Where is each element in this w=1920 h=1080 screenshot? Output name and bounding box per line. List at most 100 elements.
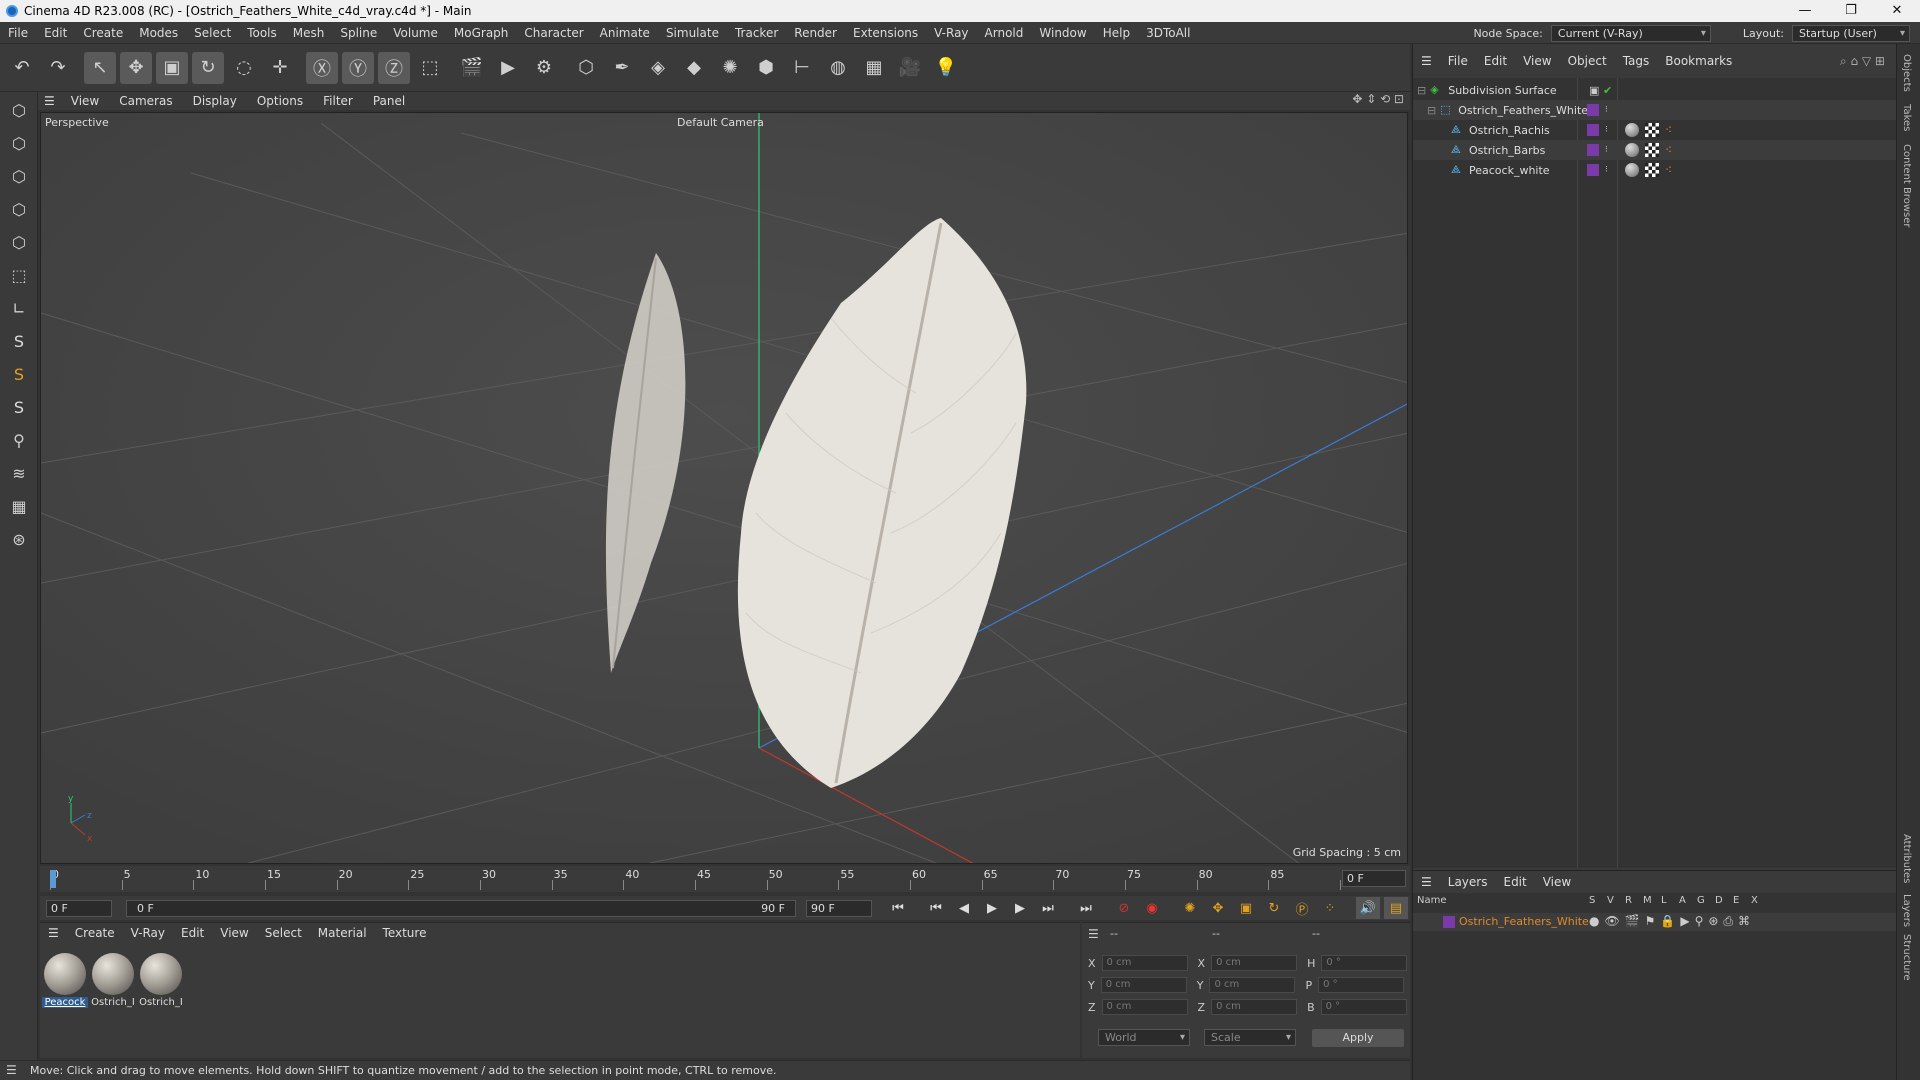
light-icon[interactable]: 💡 [930,52,962,84]
size-z-field[interactable]: 0 cm [1211,999,1298,1015]
menu-help[interactable]: Help [1095,22,1138,44]
material-tag-icon[interactable] [1625,123,1639,137]
uvw-tag-icon[interactable] [1645,143,1659,157]
vray-tag-icon[interactable]: ⁖ [1665,164,1677,176]
menu-3dtoall[interactable]: 3DToAll [1138,22,1198,44]
edit-check-icon[interactable]: ▣ [1589,84,1599,97]
subdivision-icon[interactable]: ◈ [642,52,674,84]
menu-vray[interactable]: V-Ray [926,22,976,44]
recent-tool-icon[interactable]: ✛ [264,52,296,84]
material-tag-icon[interactable] [1625,163,1639,177]
snap-s-white-icon[interactable]: S [3,392,35,422]
layer-row[interactable]: Ostrich_Feathers_White ●👁🎬⚑🔒▶⚲⊛⎙⌘ [1413,913,1897,931]
coord-mode-dropdown[interactable]: World [1098,1029,1190,1046]
render-region-icon[interactable]: 🎬 [456,52,488,84]
layer-menu-edit[interactable]: Edit [1495,875,1534,889]
material-menu-icon[interactable]: ☰ [40,926,67,940]
extrude-icon[interactable]: ◆ [678,52,710,84]
perspective-viewport[interactable]: y z x Perspective Default Camera Grid Sp… [40,112,1408,864]
material-swatch[interactable]: Peacock [42,953,88,1008]
menu-spline[interactable]: Spline [332,22,385,44]
key-rotation-icon[interactable]: ↻ [1262,897,1286,919]
snap-s-icon[interactable]: S [3,326,35,356]
render-settings-icon[interactable]: ⚙ [528,52,560,84]
axis-icon[interactable]: ∟ [3,293,35,323]
uvw-tag-icon[interactable] [1645,163,1659,177]
snap-s-orange-icon[interactable]: S [3,359,35,389]
viewport-menu-options[interactable]: Options [247,94,313,108]
object-menu-file[interactable]: File [1440,54,1476,68]
current-frame-field[interactable]: 0 F [1342,870,1406,887]
menu-create[interactable]: Create [75,22,131,44]
side-tab-takes[interactable]: Takes [1901,104,1912,131]
magnet-icon[interactable]: ⚲ [3,425,35,455]
point-mode-icon[interactable]: ⬡ [3,161,35,191]
tree-row-ostrich-feathers-white[interactable]: ⊟ ⬚ Ostrich_Feathers_White ⁝ [1413,100,1897,120]
material-menu-material[interactable]: Material [310,926,375,940]
menu-tracker[interactable]: Tracker [727,22,786,44]
maximize-button[interactable]: ❐ [1828,0,1874,22]
move-icon[interactable]: ✥ [120,51,152,84]
uvw-mode-icon[interactable]: ⬚ [3,260,35,290]
viewport-menu-display[interactable]: Display [183,94,247,108]
visibility-dots-icon[interactable]: ⁝ [1605,125,1608,135]
x-axis-icon[interactable]: Ⓧ [306,51,338,84]
tree-row-peacock-white[interactable]: ⟁ Peacock_white ⁝ ⁖ [1413,160,1897,180]
viewport-menu-icon[interactable]: ☰ [38,94,61,108]
material-tag-icon[interactable] [1625,143,1639,157]
deformer-icon[interactable]: ⊢ [786,52,818,84]
layer-menu-view[interactable]: View [1535,875,1579,889]
side-tab-layers[interactable]: Layers [1901,894,1912,927]
vray-tag-icon[interactable]: ⁖ [1665,124,1677,136]
edge-mode-icon[interactable]: ⬡ [3,194,35,224]
material-menu-texture[interactable]: Texture [375,926,435,940]
position-y-field[interactable]: 0 cm [1100,977,1187,993]
size-y-field[interactable]: 0 cm [1209,977,1296,993]
viewport-nav-icons[interactable]: ✥ ⇕ ⟲ ⊡ [1352,92,1404,106]
material-swatch[interactable]: Ostrich_I [138,953,184,1008]
workplane-icon[interactable]: ≋ [3,458,35,488]
play-icon[interactable]: ▶ [980,897,1004,919]
key-pla-icon[interactable]: ⁘ [1318,897,1342,919]
key-param-icon[interactable]: Ⓟ [1290,897,1314,919]
material-swatch[interactable]: Ostrich_I [90,953,136,1008]
menu-mograph[interactable]: MoGraph [446,22,517,44]
end-frame-field[interactable]: 90 F [806,899,872,917]
prev-key-icon[interactable]: ⏮ [924,897,948,919]
position-x-field[interactable]: 0 cm [1101,955,1188,971]
layer-menu-layers[interactable]: Layers [1440,875,1496,889]
node-space-dropdown[interactable]: Current (V-Ray) [1550,24,1711,42]
live-select-icon[interactable]: ◌ [228,52,260,84]
autokey-icon[interactable]: ◉ [1140,897,1164,919]
menu-mesh[interactable]: Mesh [285,22,333,44]
menu-arnold[interactable]: Arnold [977,22,1032,44]
apply-button[interactable]: Apply [1312,1029,1404,1047]
tree-row-ostrich-barbs[interactable]: ⟁ Ostrich_Barbs ⁝ ⁖ [1413,140,1897,160]
viewport-menu-cameras[interactable]: Cameras [109,94,182,108]
minimize-button[interactable]: — [1782,0,1828,22]
viewport-menu-filter[interactable]: Filter [313,94,363,108]
visibility-dots-icon[interactable]: ⁝ [1605,145,1608,155]
tree-row-ostrich-rachis[interactable]: ⟁ Ostrich_Rachis ⁝ ⁖ [1413,120,1897,140]
range-slider[interactable]: 0 F 90 F [126,899,796,917]
visibility-dots-icon[interactable]: ⁝ [1605,165,1608,175]
array-icon[interactable]: ✺ [714,52,746,84]
timeline-playhead[interactable] [50,870,56,888]
go-to-end-icon[interactable]: ⏭ [1074,897,1098,919]
layer-name[interactable]: Ostrich_Feathers_White [1459,915,1589,928]
menu-simulate[interactable]: Simulate [658,22,727,44]
menu-window[interactable]: Window [1031,22,1094,44]
polygon-mode-icon[interactable]: ⬡ [3,227,35,257]
object-menu-icon[interactable]: ☰ [1413,54,1440,68]
go-to-start-icon[interactable]: ⏮ [886,897,910,919]
close-button[interactable]: ✕ [1874,0,1920,22]
prev-frame-icon[interactable]: ◀ [952,897,976,919]
texture-mode-icon[interactable]: ⬡ [3,128,35,158]
rotation-p-field[interactable]: 0 ° [1318,977,1405,993]
field-icon[interactable]: ◍ [822,52,854,84]
menu-edit[interactable]: Edit [36,22,75,44]
side-tab-content-browser[interactable]: Content Browser [1901,144,1912,227]
next-frame-icon[interactable]: ▶ [1008,897,1032,919]
material-menu-select[interactable]: Select [257,926,310,940]
timeline-ruler[interactable]: 051015202530354045505560657075808590 0 F [40,866,1410,892]
